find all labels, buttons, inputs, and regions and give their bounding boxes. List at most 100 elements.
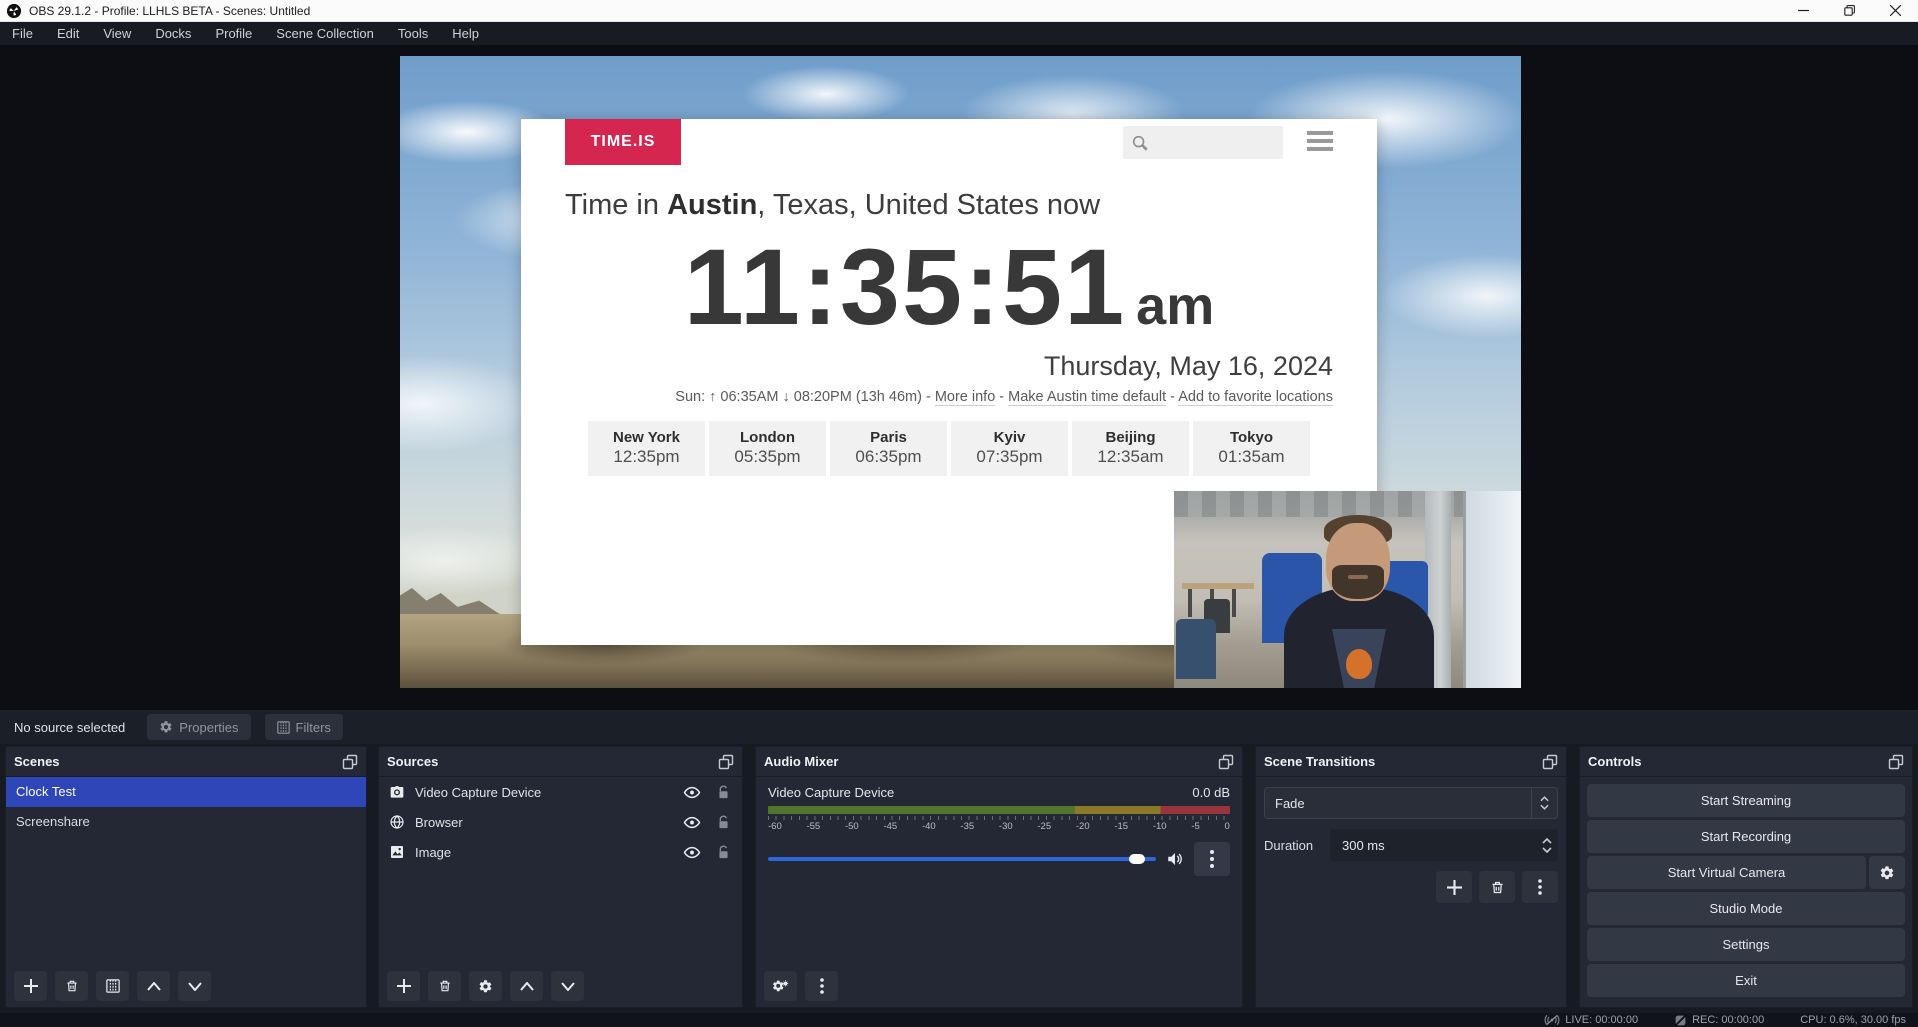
transition-properties-button[interactable] [1522,871,1558,903]
move-source-down-button[interactable] [551,971,584,1001]
add-scene-button[interactable] [14,971,47,1001]
popout-icon[interactable] [1542,754,1558,770]
window-title: OBS 29.1.2 - Profile: LLHLS BETA - Scene… [29,4,310,18]
more-info-link: More info [935,389,995,406]
popout-icon[interactable] [718,754,734,770]
transition-select[interactable]: Fade [1264,787,1558,819]
add-transition-button[interactable] [1436,871,1472,903]
plus-icon [397,979,411,993]
eye-icon[interactable] [683,846,701,859]
remove-source-button[interactable] [428,971,461,1001]
city-card: Kyiv07:35pm [951,421,1068,476]
scene-item-screenshare[interactable]: Screenshare [6,807,366,837]
remove-transition-button[interactable] [1479,871,1515,903]
site-search-box [1123,126,1283,159]
city-card: London05:35pm [709,421,826,476]
minimize-button[interactable] [1780,0,1826,21]
obs-logo-icon [7,4,21,18]
exit-button[interactable]: Exit [1587,964,1905,997]
close-button[interactable] [1872,0,1918,21]
chevron-up-icon [520,982,534,991]
scene-filters-button[interactable] [96,971,129,1001]
unlock-icon[interactable] [717,845,730,860]
source-toolbar: No source selected Properties Filters [0,710,1918,744]
popout-icon[interactable] [1218,754,1234,770]
volume-slider-handle[interactable] [1129,854,1145,864]
advanced-audio-button[interactable] [764,971,797,1001]
scene-transitions-dock: Scene Transitions Fade Duration 300 ms [1255,746,1567,1008]
transition-select-arrows[interactable] [1531,788,1557,818]
source-row-image[interactable]: Image [379,837,742,867]
filters-button[interactable]: Filters [265,714,343,740]
trash-icon [65,979,79,993]
speaker-icon[interactable] [1166,851,1184,867]
volume-slider[interactable] [768,857,1156,861]
clock-meridiem: am [1136,276,1214,336]
filter-icon [106,979,120,993]
duration-spinbox[interactable]: 300 ms [1330,829,1558,861]
studio-mode-button[interactable]: Studio Mode [1587,892,1905,925]
move-scene-up-button[interactable] [137,971,170,1001]
plus-icon [24,979,38,993]
duration-spin-arrows[interactable] [1542,829,1552,861]
window-controls [1780,0,1918,21]
world-cities-row: New York12:35pm London05:35pm Paris06:35… [565,421,1333,476]
mixer-channel-name: Video Capture Device [768,785,894,800]
webcam-source-overlay[interactable] [1174,491,1521,688]
eye-icon[interactable] [683,816,701,829]
globe-icon [389,814,405,830]
site-header: TIME.IS [565,119,1333,165]
mixer-toolbar [764,971,838,1001]
source-row-video-capture-device[interactable]: Video Capture Device [379,777,742,807]
menu-scene-collection[interactable]: Scene Collection [264,22,386,45]
site-heading: Time in Austin, Texas, United States now [565,189,1333,222]
virtual-camera-settings-button[interactable] [1869,856,1905,889]
settings-button[interactable]: Settings [1587,928,1905,961]
remove-scene-button[interactable] [55,971,88,1001]
chevron-down-icon [188,982,202,991]
menu-docks[interactable]: Docks [143,22,203,45]
menu-edit[interactable]: Edit [45,22,91,45]
menu-file[interactable]: File [0,22,45,45]
source-properties-button[interactable] [469,971,502,1001]
move-source-up-button[interactable] [510,971,543,1001]
image-icon [389,844,405,860]
start-virtual-camera-button[interactable]: Start Virtual Camera [1587,856,1866,889]
city-card: Paris06:35pm [830,421,947,476]
mixer-menu-button[interactable] [805,971,838,1001]
mixer-channel-menu-button[interactable] [1194,842,1230,876]
webcam-person-mouth [1348,575,1368,579]
add-source-button[interactable] [387,971,420,1001]
webcam-blue-chair [1176,619,1216,679]
preview-canvas[interactable]: TIME.IS Time in Austin, Texas, United St… [400,56,1521,688]
source-row-browser[interactable]: Browser [379,807,742,837]
start-streaming-button[interactable]: Start Streaming [1587,784,1905,817]
hamburger-menu-icon [1307,131,1333,151]
scene-item-clock-test[interactable]: Clock Test [6,777,366,807]
move-scene-down-button[interactable] [178,971,211,1001]
menu-help[interactable]: Help [440,22,491,45]
transition-selected-value: Fade [1265,796,1305,811]
unlock-icon[interactable] [717,815,730,830]
chevron-down-icon [1542,847,1552,853]
menu-tools[interactable]: Tools [386,22,440,45]
clock-time: 11:35:51 [684,226,1126,347]
mixer-channel: Video Capture Device 0.0 dB -60-55-50-45… [756,777,1242,876]
popout-icon[interactable] [342,754,358,770]
sources-dock-header: Sources [379,747,742,777]
menu-profile[interactable]: Profile [203,22,264,45]
unlock-icon[interactable] [717,785,730,800]
filter-icon [277,721,290,734]
restore-button[interactable] [1826,0,1872,21]
start-recording-button[interactable]: Start Recording [1587,820,1905,853]
popout-icon[interactable] [1888,754,1904,770]
audio-mixer-header: Audio Mixer [756,747,1242,777]
gear-icon [1879,865,1895,881]
broadcast-slash-icon [1544,1014,1560,1026]
properties-button[interactable]: Properties [147,714,250,740]
eye-icon[interactable] [683,786,701,799]
status-bar: LIVE: 00:00:00 REC: 00:00:00 CPU: 0.6%, … [0,1013,1918,1027]
menu-view[interactable]: View [91,22,143,45]
live-status: LIVE: 00:00:00 [1544,1014,1638,1026]
cpu-fps-status: CPU: 0.6%, 30.00 fps [1800,1014,1906,1026]
